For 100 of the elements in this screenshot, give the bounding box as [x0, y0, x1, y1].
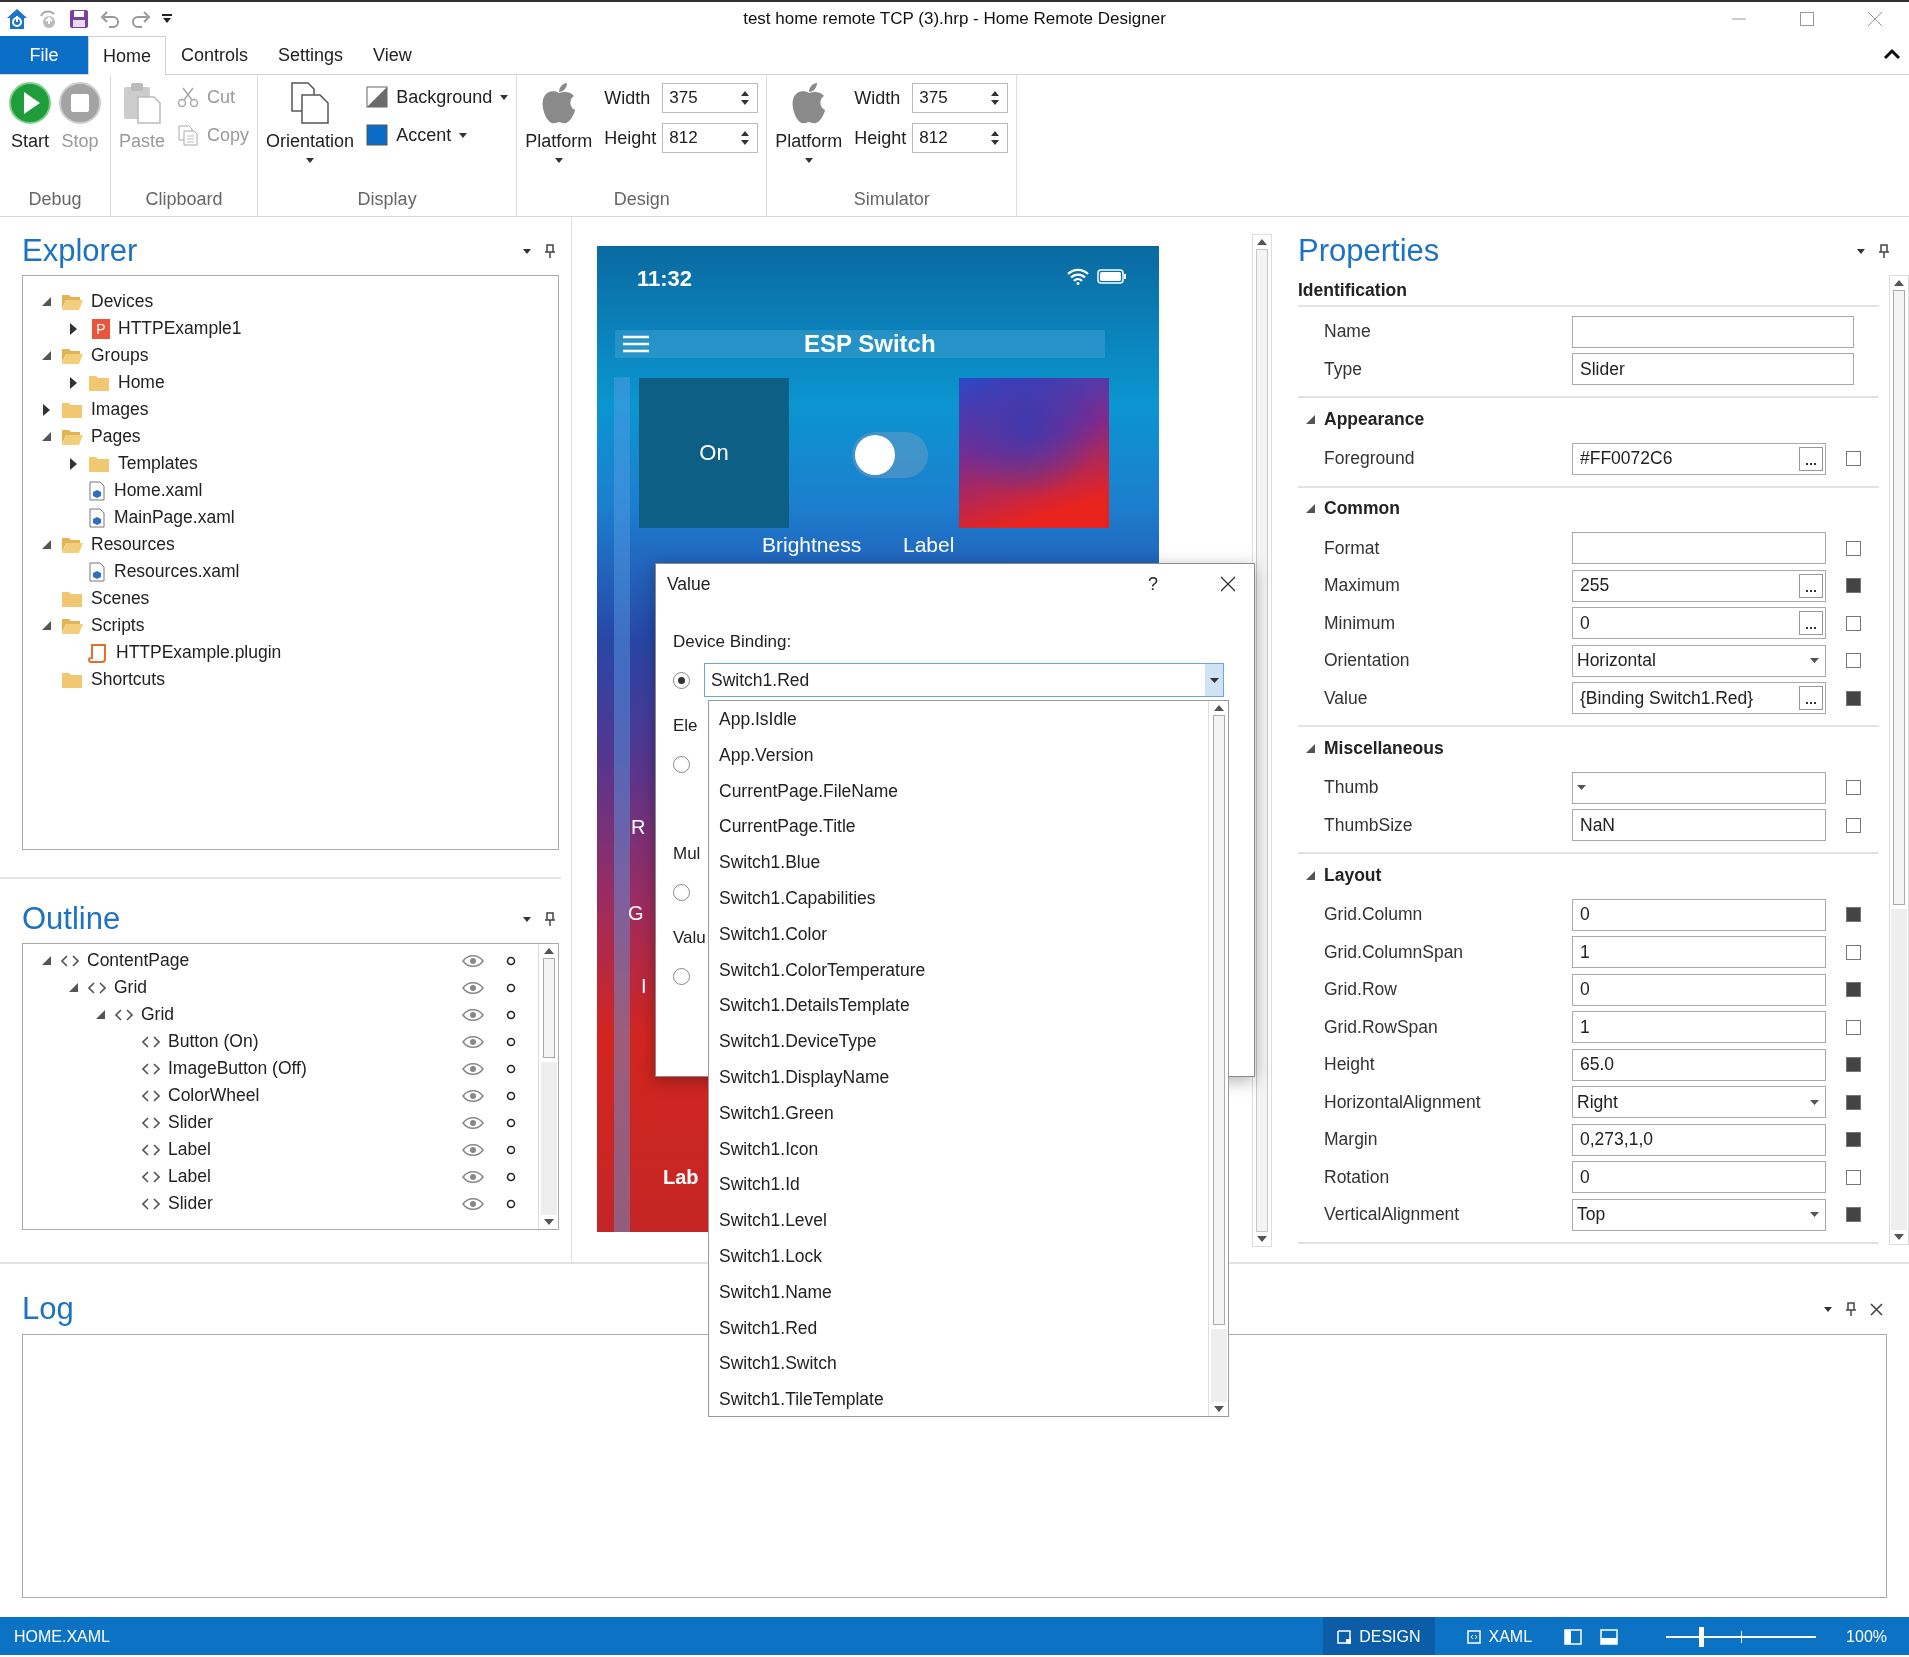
list-option[interactable]: CurrentPage.FileName [709, 773, 1208, 810]
dropdown[interactable]: Top [1572, 1198, 1826, 1231]
value-source-marker[interactable] [1846, 540, 1861, 556]
xaml-view-button[interactable]: XAML [1452, 1617, 1547, 1655]
collapse-arrow-icon[interactable] [41, 956, 51, 965]
list-option[interactable]: Switch1.Id [709, 1167, 1208, 1204]
list-option[interactable]: Switch1.Red [709, 1310, 1208, 1347]
scroll-up-icon[interactable] [1894, 280, 1904, 286]
list-option[interactable]: Switch1.Blue [709, 845, 1208, 881]
on-button[interactable]: On [639, 378, 789, 528]
list-option[interactable]: Switch1.Green [709, 1095, 1208, 1132]
tree-item[interactable]: Grid [114, 977, 148, 998]
list-option[interactable]: Switch1.TileTemplate [709, 1382, 1208, 1418]
value-source-marker[interactable] [1846, 615, 1861, 631]
radio-button[interactable] [673, 967, 690, 985]
tree-item[interactable]: Slider [168, 1112, 213, 1133]
tree-item[interactable]: HTTPExample.plugin [116, 642, 282, 663]
collapse-arrow-icon[interactable] [1306, 504, 1315, 513]
circle-icon[interactable] [506, 1036, 516, 1047]
spin-box[interactable]: 375 [662, 83, 759, 113]
list-option[interactable]: Switch1.DetailsTemplate [709, 988, 1208, 1025]
tree-item[interactable]: Shortcuts [91, 669, 165, 690]
ribbon-tab[interactable]: View [358, 36, 427, 74]
list-option[interactable]: Switch1.Capabilities [709, 881, 1208, 917]
tree-item[interactable]: Grid [141, 1004, 175, 1025]
tree-item[interactable]: Home [118, 372, 165, 393]
scrollbar[interactable] [538, 944, 558, 1229]
horizontal-split-icon[interactable] [1600, 1629, 1619, 1645]
pin-icon[interactable] [545, 244, 555, 258]
scroll-thumb[interactable] [1893, 290, 1905, 905]
pin-icon[interactable] [545, 912, 555, 926]
text-field[interactable]: 0 [1572, 607, 1826, 640]
list-option[interactable]: Switch1.DisplayName [709, 1059, 1208, 1096]
text-field[interactable]: 1 [1572, 936, 1826, 969]
scrollbar[interactable] [1889, 275, 1909, 1245]
browse-button[interactable] [1799, 573, 1823, 598]
platform-button[interactable]: Platform [775, 81, 843, 189]
text-field[interactable]: NaN [1572, 809, 1826, 842]
eye-icon[interactable] [462, 1034, 484, 1049]
tree-item[interactable]: HTTPExample1 [118, 318, 242, 339]
scroll-up-icon[interactable] [543, 948, 554, 954]
collapse-ribbon-icon[interactable] [1883, 48, 1901, 60]
list-option[interactable]: CurrentPage.Title [709, 809, 1208, 846]
tree-item[interactable]: Slider [168, 1193, 213, 1214]
scrollbar[interactable] [1252, 234, 1272, 1247]
ribbon-tab[interactable]: Home [88, 36, 166, 75]
scroll-down-icon[interactable] [543, 1219, 554, 1225]
file-menu-tab[interactable]: File [0, 36, 88, 74]
text-field[interactable]: 255 [1572, 569, 1826, 602]
text-field[interactable]: #FF0072C6 [1572, 442, 1826, 475]
platform-button[interactable]: Platform [525, 81, 593, 189]
dropdown[interactable]: Right [1572, 1086, 1826, 1119]
eye-icon[interactable] [462, 953, 484, 968]
spin-box[interactable]: 812 [912, 123, 1009, 153]
radio-button[interactable] [673, 883, 690, 901]
value-source-marker[interactable] [1846, 944, 1861, 960]
tree-item[interactable]: Images [91, 399, 149, 420]
collapse-arrow-icon[interactable] [1306, 743, 1315, 753]
value-source-marker[interactable] [1846, 1207, 1861, 1223]
tree-item[interactable]: Devices [91, 291, 154, 312]
toggle-switch[interactable] [852, 432, 928, 478]
list-option[interactable]: App.IsIdle [709, 702, 1208, 738]
dropdown-button[interactable] [1205, 664, 1223, 696]
circle-icon[interactable] [506, 1198, 516, 1209]
tree-item[interactable]: Pages [91, 426, 141, 447]
tree-item[interactable]: Home.xaml [114, 480, 203, 501]
circle-icon[interactable] [506, 1063, 516, 1074]
scroll-down-icon[interactable] [1257, 1236, 1267, 1242]
radio-button[interactable] [673, 671, 690, 689]
eye-icon[interactable] [462, 1142, 484, 1157]
list-option[interactable]: Switch1.Icon [709, 1131, 1208, 1168]
circle-icon[interactable] [506, 1117, 516, 1128]
expand-arrow-icon[interactable] [69, 457, 77, 470]
tree-item[interactable]: Scenes [91, 588, 150, 609]
value-source-marker[interactable] [1846, 1057, 1861, 1073]
expand-arrow-icon[interactable] [69, 376, 77, 389]
circle-icon[interactable] [506, 1090, 516, 1101]
text-field[interactable]: Slider [1572, 353, 1854, 386]
spin-arrows-icon[interactable] [741, 130, 750, 146]
browse-button[interactable] [1799, 611, 1823, 636]
ribbon-tab[interactable]: Controls [166, 36, 264, 74]
text-field[interactable]: 0 [1572, 973, 1826, 1006]
radio-button[interactable] [673, 755, 690, 773]
eye-icon[interactable] [462, 1088, 484, 1103]
zoom-slider[interactable] [1666, 1626, 1817, 1648]
pin-icon[interactable] [1879, 244, 1889, 258]
value-source-marker[interactable] [1846, 1094, 1861, 1110]
list-option[interactable]: Switch1.Lock [709, 1238, 1208, 1275]
scroll-thumb[interactable] [1212, 715, 1225, 1325]
eye-icon[interactable] [462, 1115, 484, 1130]
undo-icon[interactable] [99, 9, 121, 29]
list-option[interactable]: App.Version [709, 737, 1208, 774]
eye-icon[interactable] [462, 1169, 484, 1184]
orientation-button[interactable]: Orientation [266, 81, 355, 189]
text-field[interactable] [1572, 532, 1826, 565]
expand-arrow-icon[interactable] [69, 322, 77, 335]
spin-arrows-icon[interactable] [741, 90, 750, 106]
tree-item[interactable]: Button (On) [168, 1031, 259, 1052]
text-field[interactable]: 0 [1572, 898, 1826, 931]
collapse-arrow-icon[interactable] [68, 983, 78, 992]
